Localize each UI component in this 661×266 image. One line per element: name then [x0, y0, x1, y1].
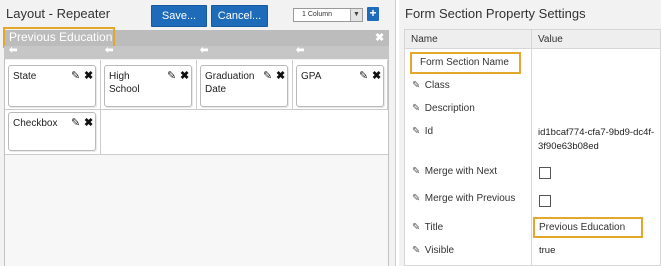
property-name: Merge with Next: [424, 166, 498, 177]
field-card-checkbox[interactable]: Checkbox ✎ ✖: [8, 112, 96, 151]
edit-icon: ✎: [412, 126, 421, 137]
cancel-button[interactable]: Cancel...: [211, 5, 268, 27]
delete-icon[interactable]: ✖: [276, 69, 285, 82]
property-name: Title: [424, 222, 444, 233]
edit-icon: ✎: [412, 80, 421, 91]
pencil-icon[interactable]: ✎: [71, 116, 80, 129]
edit-icon: ✎: [412, 193, 421, 204]
move-left-icon[interactable]: ⬅: [296, 45, 304, 56]
columns-select[interactable]: 1 Column ▼: [293, 8, 363, 22]
save-button[interactable]: Save...: [151, 5, 207, 27]
title-value[interactable]: Previous Education: [533, 217, 643, 238]
field-card-graduation-date[interactable]: Graduation Date ✎ ✖: [200, 65, 288, 107]
delete-icon[interactable]: ✖: [84, 69, 93, 82]
property-name: Id: [424, 126, 434, 137]
field-label: High School: [109, 71, 140, 95]
property-name: Description: [424, 103, 475, 114]
edit-icon: ✎: [412, 103, 421, 114]
pencil-icon[interactable]: ✎: [263, 69, 272, 82]
pencil-icon[interactable]: ✎: [359, 69, 368, 82]
layout-title: Layout - Repeater: [6, 6, 111, 21]
field-label: Checkbox: [13, 118, 58, 129]
field-label: Graduation Date: [205, 71, 255, 95]
property-row-merge-previous[interactable]: ✎ Merge with Previous: [412, 193, 515, 204]
pencil-icon[interactable]: ✎: [167, 69, 176, 82]
property-name: Class: [424, 80, 450, 91]
field-card-gpa[interactable]: GPA ✎ ✖: [296, 65, 384, 107]
property-name: Visible: [424, 245, 455, 256]
properties-header-row: [404, 29, 661, 49]
edit-icon: ✎: [412, 222, 421, 233]
delete-icon[interactable]: ✖: [180, 69, 189, 82]
column-header-value: Value: [538, 34, 563, 45]
property-row-visible[interactable]: ✎ Visible: [412, 245, 454, 256]
column-divider: [531, 29, 532, 266]
columns-select-value: 1 Column: [302, 11, 332, 18]
property-row-title[interactable]: ✎ Title: [412, 222, 443, 233]
field-card-high-school[interactable]: High School ✎ ✖: [104, 65, 192, 107]
property-name: Merge with Previous: [424, 193, 516, 204]
properties-title: Form Section Property Settings: [405, 6, 586, 21]
column-header-name: Name: [411, 34, 438, 45]
field-card-state[interactable]: State ✎ ✖: [8, 65, 96, 107]
property-row-merge-next[interactable]: ✎ Merge with Next: [412, 166, 497, 177]
property-row-class[interactable]: ✎ Class: [412, 80, 450, 91]
edit-icon: ✎: [412, 166, 421, 177]
visible-value: true: [539, 245, 556, 256]
field-label: GPA: [301, 71, 322, 82]
edit-icon: ✎: [412, 245, 421, 256]
move-left-icon[interactable]: ⬅: [105, 45, 113, 56]
section-title[interactable]: Previous Education: [3, 27, 115, 48]
form-section-name-label: Form Section Name: [410, 52, 521, 74]
property-row-description[interactable]: ✎ Description: [412, 103, 475, 114]
field-grid: State ✎ ✖ High School ✎ ✖ Graduation Dat…: [5, 60, 388, 266]
pencil-icon[interactable]: ✎: [71, 69, 80, 82]
property-row-id[interactable]: ✎ Id: [412, 126, 433, 137]
column-arrow-row: [4, 46, 389, 59]
grid-cell: [101, 110, 388, 155]
merge-next-checkbox[interactable]: [539, 167, 551, 179]
chevron-down-icon[interactable]: ▼: [350, 9, 362, 21]
delete-icon[interactable]: ✖: [84, 116, 93, 129]
merge-previous-checkbox[interactable]: [539, 195, 551, 207]
move-left-icon[interactable]: ⬅: [200, 45, 208, 56]
delete-icon[interactable]: ✖: [372, 69, 381, 82]
field-label: State: [13, 71, 37, 82]
move-left-icon[interactable]: ⬅: [9, 45, 17, 56]
id-value: id1bcaf774-cfa7-9bd9-dc4f-3f90e63b08ed: [538, 127, 655, 152]
add-column-button[interactable]: +: [367, 7, 379, 21]
section-close-icon[interactable]: ✖: [375, 31, 384, 44]
